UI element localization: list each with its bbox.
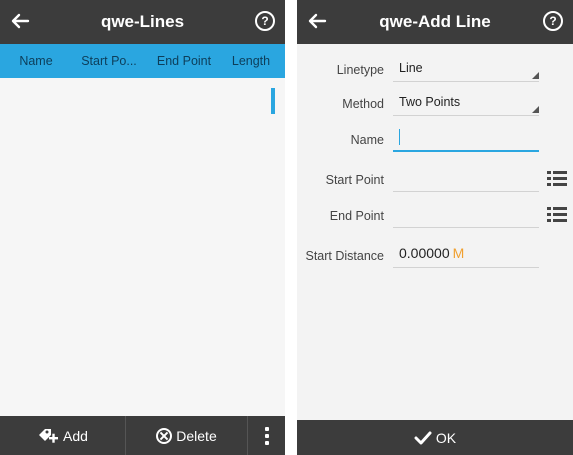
start-distance-input[interactable]: 0.00000 M <box>393 240 539 268</box>
method-value: Two Points <box>399 95 461 109</box>
linetype-value: Line <box>399 61 423 75</box>
end-point-input[interactable] <box>393 200 539 228</box>
unit-label: M <box>452 245 465 261</box>
start-point-input[interactable] <box>393 164 539 192</box>
name-input[interactable] <box>393 124 539 152</box>
point-list-icon[interactable] <box>547 207 567 223</box>
scrollbar[interactable] <box>271 88 275 114</box>
lines-titlebar: qwe-Lines ? <box>0 0 285 44</box>
delete-label: Delete <box>176 427 217 444</box>
text-cursor <box>399 129 400 145</box>
end-point-row: End Point <box>297 200 573 232</box>
method-select[interactable]: Two Points <box>393 88 539 116</box>
help-icon[interactable]: ? <box>255 11 275 31</box>
linetype-row: Linetype Line <box>297 54 573 86</box>
lines-screen: qwe-Lines ? Name Start Po... End Point L… <box>0 0 285 455</box>
dropdown-caret-icon <box>532 72 539 79</box>
lines-bottom-bar: Add Delete <box>0 416 285 455</box>
add-button[interactable]: Add <box>0 416 126 455</box>
page-title: qwe-Lines <box>100 12 185 31</box>
start-distance-row: Start Distance 0.00000 M <box>297 240 573 272</box>
dropdown-caret-icon <box>532 106 539 113</box>
ok-label: OK <box>435 429 457 446</box>
column-header-name[interactable]: Name <box>0 54 72 68</box>
linetype-select[interactable]: Line <box>393 54 539 82</box>
name-label: Name <box>350 133 384 147</box>
method-label: Method <box>342 97 384 111</box>
add-line-screen: qwe-Add Line ? Linetype Line Method Two … <box>297 0 573 455</box>
column-header-length[interactable]: Length <box>222 54 280 68</box>
column-header-start-point[interactable]: Start Po... <box>72 54 146 68</box>
page-title: qwe-Add Line <box>379 12 491 31</box>
add-line-icon <box>39 428 59 443</box>
column-header-row: Name Start Po... End Point Length <box>0 44 285 78</box>
ok-button[interactable]: OK <box>297 420 573 455</box>
delete-icon <box>156 427 173 444</box>
delete-button[interactable]: Delete <box>126 416 248 455</box>
checkmark-icon <box>414 431 432 444</box>
help-icon[interactable]: ? <box>543 11 563 31</box>
more-options-button[interactable] <box>248 416 285 455</box>
point-list-icon[interactable] <box>547 171 567 187</box>
end-point-label: End Point <box>329 209 384 223</box>
add-label: Add <box>63 427 88 444</box>
start-point-row: Start Point <box>297 164 573 196</box>
add-line-titlebar: qwe-Add Line ? <box>297 0 573 44</box>
panel-divider <box>285 0 297 455</box>
add-line-form: Linetype Line Method Two Points Name Sta… <box>297 44 573 420</box>
name-row: Name <box>297 124 573 156</box>
linetype-label: Linetype <box>336 63 384 77</box>
lines-list[interactable] <box>0 78 285 416</box>
column-header-end-point[interactable]: End Point <box>146 54 222 68</box>
start-distance-label: Start Distance <box>305 249 384 263</box>
start-distance-value: 0.00000 <box>399 245 450 261</box>
more-vertical-icon <box>264 426 269 445</box>
method-row: Method Two Points <box>297 88 573 120</box>
start-point-label: Start Point <box>325 173 384 187</box>
